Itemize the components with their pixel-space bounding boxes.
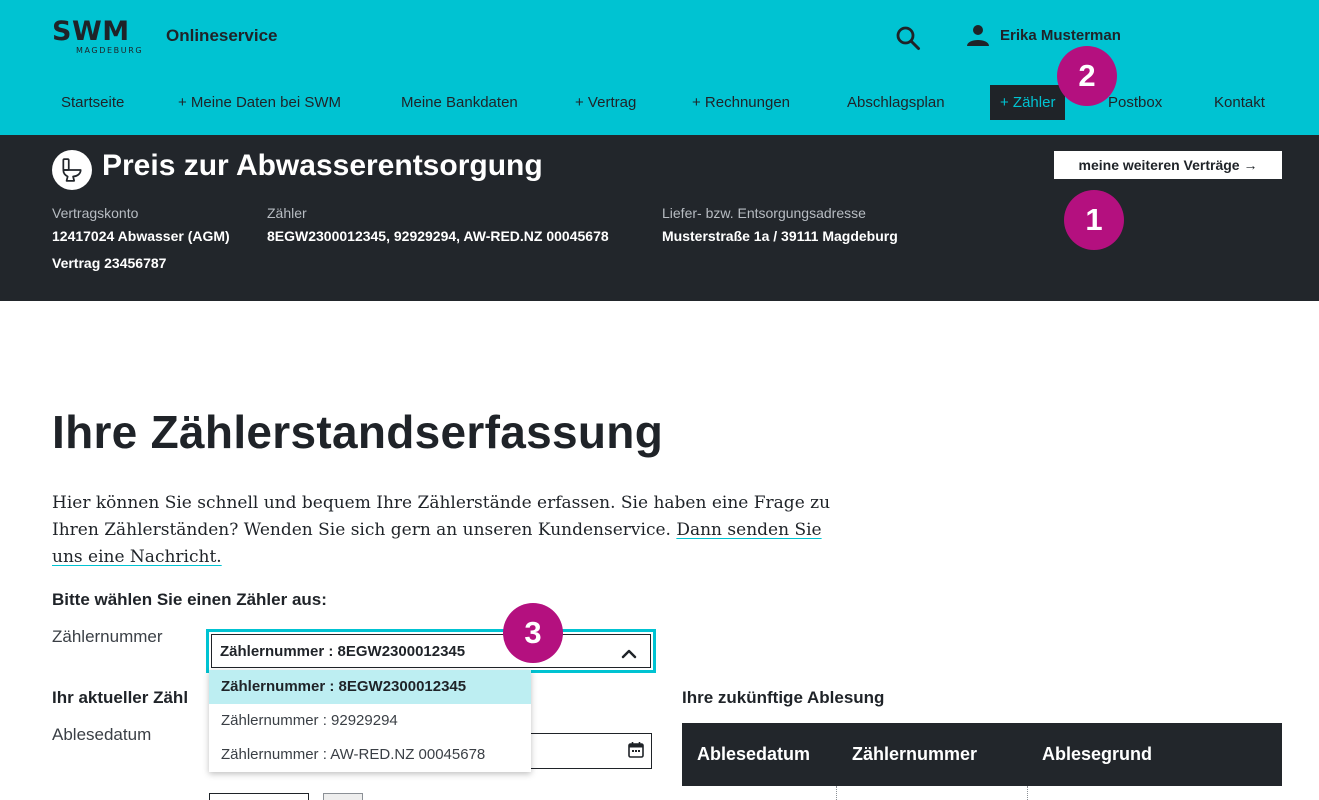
meter-number-label: Zählernummer — [52, 627, 163, 646]
contract-number: Vertrag 23456787 — [52, 255, 167, 271]
nav-meine-daten[interactable]: + Meine Daten bei SWM — [178, 85, 341, 120]
intro-text: Hier können Sie schnell und bequem Ihre … — [52, 490, 842, 571]
address-value: Musterstraße 1a / 39111 Magdeburg — [662, 228, 898, 244]
column-header-meter: Zählernummer — [852, 744, 978, 764]
app-name: Onlineservice — [166, 26, 278, 45]
swm-logo[interactable]: SWM MAGDEBURG — [52, 18, 156, 58]
table-column-divider — [836, 786, 837, 800]
nav-bankdaten[interactable]: Meine Bankdaten — [401, 85, 518, 120]
nav-vertrag[interactable]: + Vertrag — [575, 85, 636, 120]
meter-dropdown-list: Zählernummer : 8EGW2300012345 Zählernumm… — [209, 670, 531, 772]
nav-abschlagsplan[interactable]: Abschlagsplan — [847, 85, 945, 120]
chevron-up-icon — [621, 649, 637, 659]
top-header: SWM MAGDEBURG Onlineservice Erika Muster… — [0, 0, 1319, 135]
nav-startseite[interactable]: Startseite — [61, 85, 124, 120]
address-label: Liefer- bzw. Entsorgungsadresse — [662, 205, 866, 221]
contract-title: Preis zur Abwasserentsorgung — [102, 149, 543, 182]
user-name: Erika Musterman — [1000, 26, 1121, 44]
meter-option[interactable]: Zählernummer : AW-RED.NZ 00045678 — [209, 738, 531, 772]
current-reading-heading: Ihr aktueller Zähl — [52, 688, 189, 707]
meter-select[interactable]: Zählernummer : 8EGW2300012345 — [206, 629, 656, 673]
contract-icon — [52, 150, 92, 190]
more-contracts-button[interactable]: meine weiteren Verträge → — [1054, 151, 1282, 179]
column-header-reason: Ablesegrund — [1042, 744, 1153, 764]
logo-main-text: SWM — [52, 16, 130, 47]
reading-value-input[interactable] — [209, 793, 309, 800]
nav-zaehler[interactable]: + Zähler — [990, 85, 1066, 120]
column-header-date: Ablesedatum — [697, 744, 811, 764]
future-reading-table: Ablesedatum Zählernummer Ablesegrund — [682, 723, 1282, 786]
step-badge-2: 2 — [1057, 46, 1117, 106]
nav-rechnungen[interactable]: + Rechnungen — [692, 85, 790, 120]
step-badge-1: 1 — [1064, 190, 1124, 250]
account-label: Vertragskonto — [52, 205, 139, 221]
meter-info-value: 8EGW2300012345, 92929294, AW-RED.NZ 0004… — [267, 228, 609, 244]
meter-select-value: Zählernummer : 8EGW2300012345 — [220, 642, 466, 660]
nav-kontakt[interactable]: Kontakt — [1214, 85, 1265, 120]
future-reading-heading: Ihre zukünftige Ablesung — [682, 688, 885, 707]
meter-info: Zähler 8EGW2300012345, 92929294, AW-RED.… — [267, 205, 609, 245]
main-nav: Startseite + Meine Daten bei SWM Meine B… — [0, 85, 1319, 120]
meter-option[interactable]: Zählernummer : 8EGW2300012345 — [209, 670, 531, 704]
reading-date-label: Ablesedatum — [52, 725, 152, 744]
search-icon — [896, 26, 920, 50]
table-column-divider — [1027, 786, 1028, 800]
account-info: Vertragskonto 12417024 Abwasser (AGM) Ve… — [52, 205, 230, 272]
address-info: Liefer- bzw. Entsorgungsadresse Musterst… — [662, 205, 898, 245]
step-badge-3: 3 — [503, 603, 563, 663]
meter-info-label: Zähler — [267, 205, 307, 221]
select-prompt: Bitte wählen Sie einen Zähler aus: — [52, 590, 327, 609]
reading-unit-button[interactable] — [323, 793, 363, 800]
page-title: Ihre Zählerstandserfassung — [52, 406, 664, 458]
user-icon — [967, 25, 989, 46]
logo-sub-text: MAGDEBURG — [76, 46, 144, 55]
nav-postbox[interactable]: Postbox — [1108, 85, 1162, 120]
search-button[interactable] — [895, 25, 921, 51]
user-menu[interactable]: Erika Musterman — [966, 22, 1121, 48]
meter-option[interactable]: Zählernummer : 92929294 — [209, 704, 531, 738]
toilet-icon — [62, 158, 82, 182]
account-value: 12417024 Abwasser (AGM) — [52, 228, 230, 244]
calendar-icon[interactable] — [627, 741, 645, 759]
